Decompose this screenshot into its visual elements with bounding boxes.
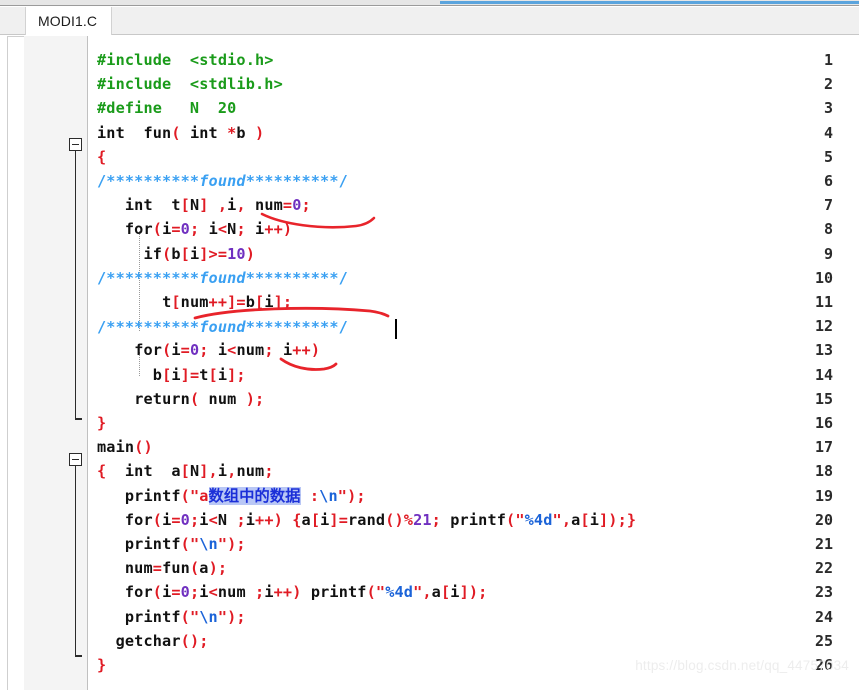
code-line-20[interactable]: for(i=0;i<N ;i++) {a[i]=rand()%21; print… [88, 508, 859, 532]
editor-tab-bar[interactable]: MODI1.C [0, 7, 859, 35]
code-line-22[interactable]: num=fun(a); [88, 556, 859, 580]
line-number-18: 18 [814, 462, 833, 481]
code-line-25-text: getchar(); [115, 631, 209, 650]
left-dock-rail-edge [7, 36, 24, 690]
line-number-24: 24 [814, 607, 833, 626]
code-line-10[interactable]: /**********found**********/ [88, 266, 859, 290]
code-line-21[interactable]: printf("\n"); [88, 532, 859, 556]
line-number-13: 13 [814, 341, 833, 360]
line-number-10: 10 [814, 268, 833, 287]
code-line-23-text: for(i=0;i<num ;i++) printf("%4d",a[i]); [124, 583, 488, 602]
line-number-12: 12 [814, 317, 833, 336]
code-line-7[interactable]: int t[N] ,i, num=0; [88, 193, 859, 217]
code-line-9-text: if(b[i]>=10) [143, 244, 256, 263]
code-line-4[interactable]: int fun( int *b ) [88, 121, 859, 145]
watermark: https://blog.csdn.net/qq_44757034 [635, 658, 849, 673]
code-line-23[interactable]: for(i=0;i<num ;i++) printf("%4d",a[i]); [88, 580, 859, 604]
line-number-16: 16 [814, 414, 833, 432]
line-number-25: 25 [814, 631, 833, 650]
code-text-area[interactable]: #include <stdio.h> #include <stdlib.h> #… [88, 36, 859, 690]
code-line-12-text: /**********found**********/ [97, 318, 348, 337]
line-number-15: 15 [814, 389, 833, 408]
tab-modi1-c[interactable]: MODI1.C [25, 7, 113, 35]
code-line-3[interactable]: #define N 20 [88, 96, 859, 120]
line-number-17: 17 [814, 438, 833, 457]
code-line-4-text: int fun( int *b ) [97, 123, 265, 142]
code-line-5-text: { [97, 147, 107, 166]
code-line-11-text: t[num++]=b[i]; [162, 293, 293, 311]
text-caret [395, 319, 397, 340]
code-line-17[interactable]: main() [88, 435, 859, 459]
code-line-5[interactable]: { [88, 145, 859, 169]
line-number-21: 21 [814, 535, 833, 553]
line-number-7: 7 [823, 196, 833, 215]
code-line-2-text: #include <stdlib.h> [97, 75, 283, 94]
line-number-20: 20 [814, 510, 833, 529]
code-line-15-text: return( num ); [134, 389, 265, 408]
line-number-22: 22 [814, 559, 833, 578]
fold-bracket-line-18-26 [74, 466, 77, 656]
code-line-20-text: for(i=0;i<N ;i++) {a[i]=rand()%21; print… [124, 510, 637, 529]
code-line-6[interactable]: /**********found**********/ [88, 169, 859, 193]
code-line-19[interactable]: printf("a数组中的数据 :\n"); [88, 484, 859, 508]
code-line-14[interactable]: b[i]=t[i]; [88, 363, 859, 387]
window-top-strip [0, 0, 859, 6]
code-line-15[interactable]: return( num ); [88, 387, 859, 411]
code-line-9[interactable]: if(b[i]>=10) [88, 242, 859, 266]
code-line-14-text: b[i]=t[i]; [152, 365, 246, 384]
line-number-11: 11 [814, 293, 833, 311]
line-number-9: 9 [823, 244, 833, 263]
line-number-8: 8 [823, 220, 833, 239]
code-line-13[interactable]: for(i=0; i<num; i++) [88, 338, 859, 362]
code-line-24-text: printf("\n"); [124, 607, 246, 626]
code-line-22-text: num=fun(a); [124, 559, 228, 578]
code-line-11[interactable]: t[num++]=b[i]; [88, 290, 859, 314]
code-line-10-text: /**********found**********/ [97, 268, 348, 287]
code-line-3-text: #define N 20 [97, 99, 237, 118]
line-number-2: 2 [823, 75, 833, 94]
code-line-8-text: for(i=0; i<N; i++) [124, 220, 293, 239]
code-line-6-text: /**********found**********/ [97, 172, 348, 190]
fold-toggle-line-5[interactable] [69, 138, 82, 151]
line-number-14: 14 [814, 365, 833, 384]
active-window-accent-bar [440, 1, 859, 4]
line-number-3: 3 [823, 99, 833, 118]
code-line-16[interactable]: } [88, 411, 859, 435]
code-line-13-text: for(i=0; i<num; i++) [134, 341, 321, 360]
code-line-2[interactable]: #include <stdlib.h> [88, 72, 859, 96]
fold-bracket-foot-line-26 [74, 655, 82, 657]
code-editor[interactable]: #include <stdio.h> #include <stdlib.h> #… [24, 36, 859, 690]
line-number-1: 1 [823, 51, 833, 69]
code-line-24[interactable]: printf("\n"); [88, 605, 859, 629]
left-dock-rail [0, 36, 24, 690]
code-line-17-text: main() [97, 438, 153, 457]
code-line-26-text: } [97, 656, 107, 674]
tab-label: MODI1.C [38, 13, 98, 29]
line-number-4: 4 [823, 123, 833, 142]
fold-bracket-line-5-16 [74, 151, 77, 419]
code-line-12[interactable]: /**********found**********/ [88, 316, 859, 340]
code-line-19-text: printf("a数组中的数据 :\n"); [124, 486, 366, 505]
code-line-18-text: { int a[N],i,num; [97, 462, 274, 481]
code-line-25[interactable]: getchar(); [88, 629, 859, 653]
fold-bracket-foot-line-16 [74, 418, 82, 420]
code-line-21-text: printf("\n"); [124, 535, 246, 553]
code-line-16-text: } [97, 414, 107, 432]
line-number-6: 6 [823, 172, 833, 190]
code-line-18[interactable]: { int a[N],i,num; [88, 459, 859, 483]
fold-toggle-line-18[interactable] [69, 453, 82, 466]
code-line-1-text: #include <stdio.h> [97, 51, 274, 69]
code-line-1[interactable]: #include <stdio.h> [88, 48, 859, 72]
outline-fold-column[interactable] [66, 36, 88, 690]
line-number-19: 19 [814, 486, 833, 505]
code-editor-window: MODI1.C #include <stdio.h> #include <std… [0, 0, 859, 690]
line-number-23: 23 [814, 583, 833, 602]
line-number-5: 5 [823, 147, 833, 166]
code-line-7-text: int t[N] ,i, num=0; [124, 196, 311, 215]
code-line-8[interactable]: for(i=0; i<N; i++) [88, 217, 859, 241]
